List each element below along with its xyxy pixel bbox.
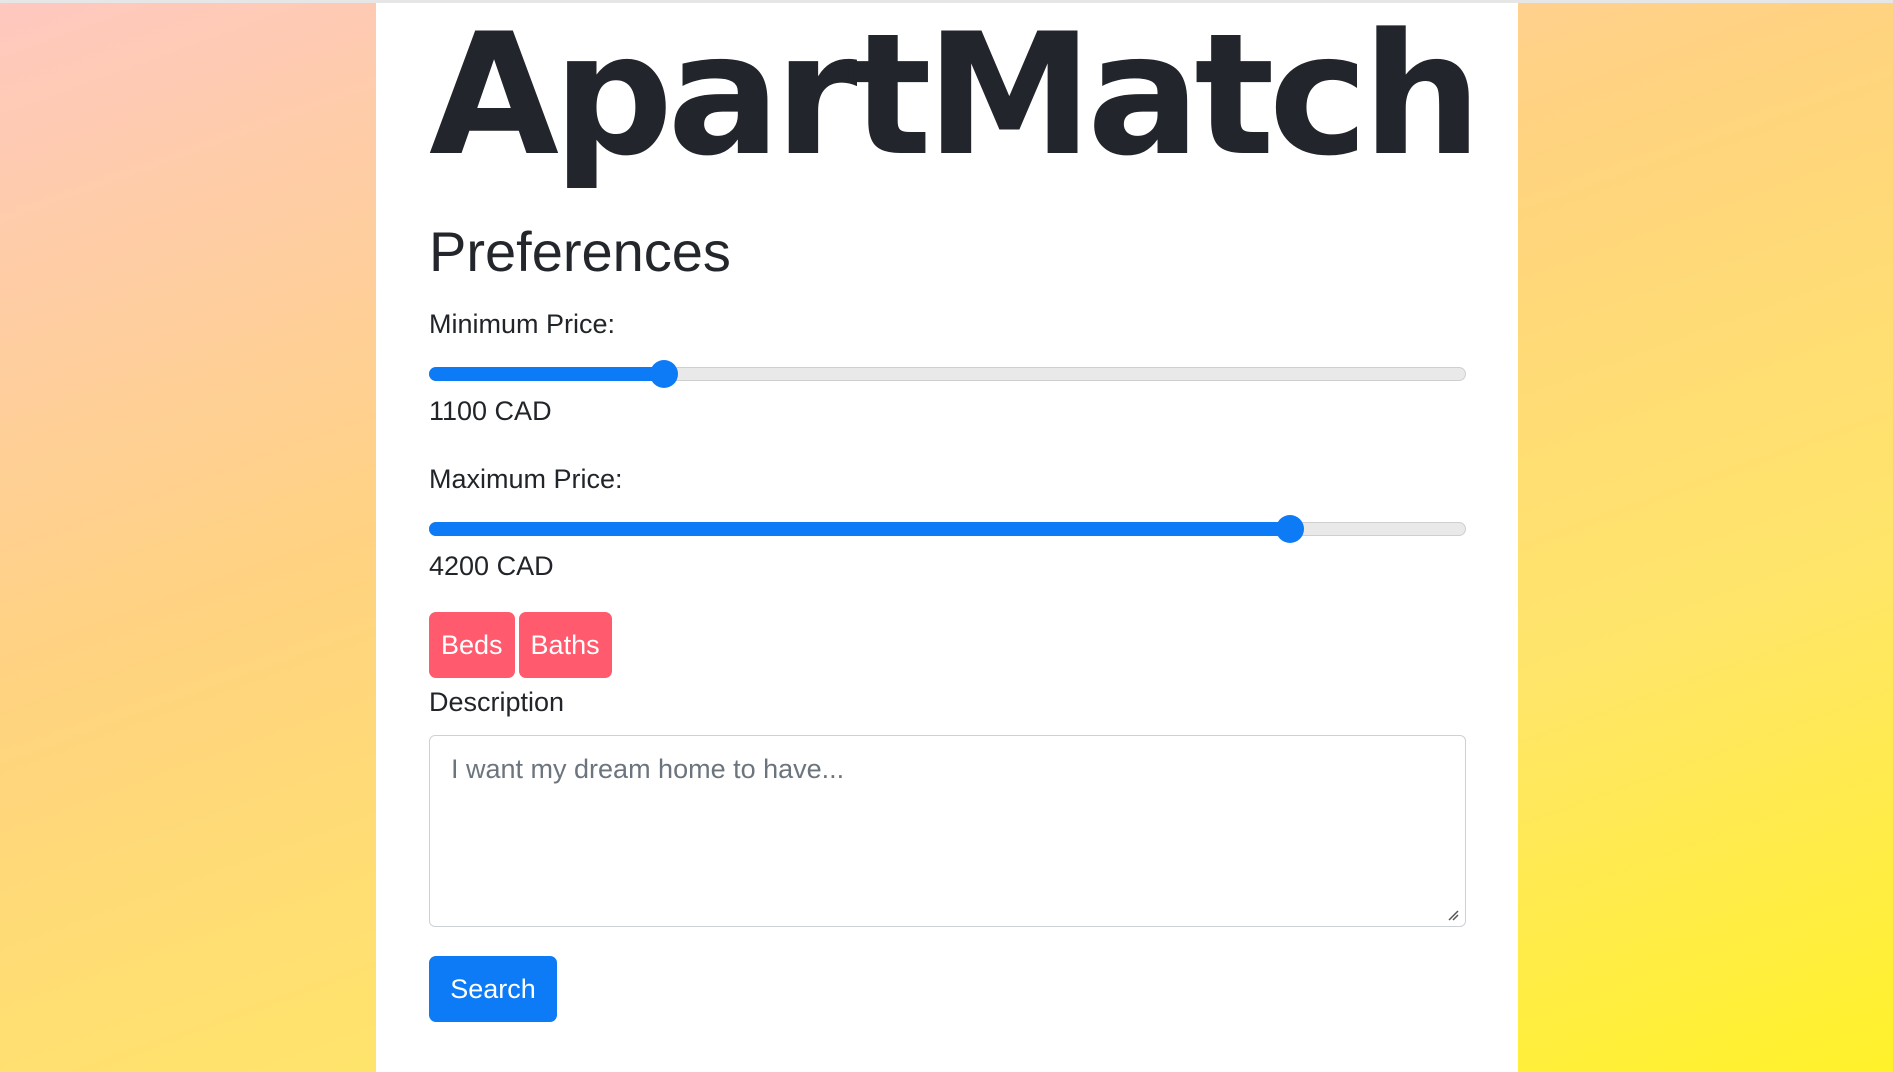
baths-button[interactable]: Baths [518,612,612,678]
page-title: Preferences [429,220,731,283]
slider-fill [429,367,664,381]
min-price-slider[interactable] [429,358,1466,388]
slider-fill [429,522,1290,536]
beds-button[interactable]: Beds [429,612,515,678]
app-logo: ApartMatch [429,0,1482,193]
slider-thumb[interactable] [1276,515,1304,543]
min-price-label: Minimum Price: [429,309,616,339]
max-price-label: Maximum Price: [429,464,623,494]
filter-buttons: Beds Baths [429,612,616,679]
description-textarea[interactable]: I want my dream home to have... [429,735,1466,927]
description-placeholder: I want my dream home to have... [451,754,845,784]
max-price-value: 4200 CAD [429,551,554,581]
min-price-value: 1100 CAD [429,396,552,426]
max-price-slider[interactable] [429,513,1466,543]
preferences-panel: ApartMatch Preferences Minimum Price: 11… [376,3,1518,1072]
description-label: Description [429,687,565,717]
resize-handle-icon[interactable] [1447,909,1459,921]
slider-thumb[interactable] [650,360,678,388]
search-button[interactable]: Search [429,956,557,1022]
